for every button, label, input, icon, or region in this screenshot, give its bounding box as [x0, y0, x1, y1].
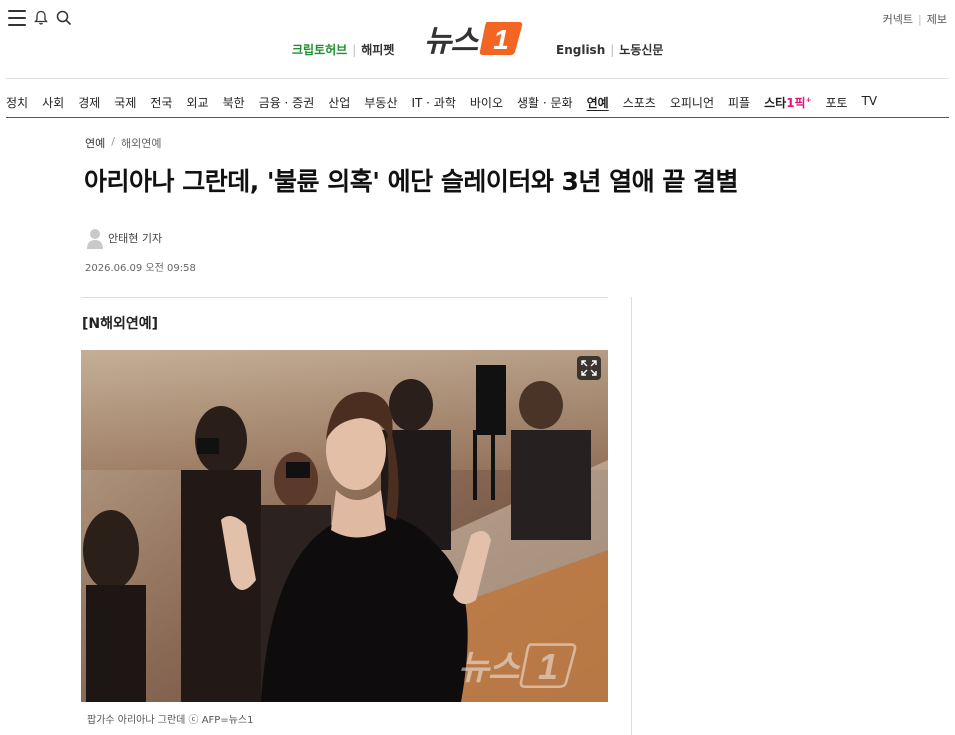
nav-item-politics[interactable]: 정치: [6, 94, 28, 111]
breadcrumb-subsection[interactable]: 해외연예: [121, 135, 161, 151]
breadcrumb-section[interactable]: 연예: [85, 135, 105, 151]
svg-text:1: 1: [538, 647, 558, 687]
svg-text:1: 1: [493, 24, 509, 55]
nav-item-life-culture[interactable]: 생활 · 문화: [517, 94, 573, 111]
crypto-hub-link[interactable]: 크립토허브: [292, 41, 347, 58]
util-left-links: 크립토허브 | 해피펫: [292, 41, 394, 58]
photo-caption: 팝가수 아리아나 그란데 ⓒ AFP=뉴스1: [87, 715, 254, 726]
header-divider: [6, 78, 949, 79]
photo-watermark: 뉴스 1: [458, 640, 577, 689]
report-link[interactable]: 제보: [927, 11, 947, 27]
author-name[interactable]: 안태현 기자: [108, 230, 162, 246]
bell-icon[interactable]: [34, 10, 48, 26]
content-divider: [81, 297, 608, 298]
nav-item-society[interactable]: 사회: [42, 94, 64, 111]
nav-item-north-korea[interactable]: 북한: [223, 94, 245, 111]
nav-item-opinion[interactable]: 오피니언: [670, 94, 714, 111]
section-label: [N해외연예]: [82, 316, 159, 332]
nav-item-tv[interactable]: TV: [862, 94, 878, 111]
search-icon[interactable]: [56, 10, 72, 26]
expand-icon[interactable]: [577, 356, 601, 380]
star-pick: 1픽: [786, 96, 806, 110]
article-title: 아리아나 그란데, '불륜 의혹' 에단 슬레이터와 3년 열애 끝 결별: [84, 167, 739, 196]
nav-item-finance[interactable]: 금융 · 증권: [259, 94, 315, 111]
happy-pet-link[interactable]: 해피펫: [361, 41, 394, 58]
site-logo[interactable]: 뉴스 1: [424, 16, 523, 60]
nav-item-national[interactable]: 전국: [150, 94, 172, 111]
nav-item-bio[interactable]: 바이오: [470, 94, 503, 111]
star-prefix: 스타: [764, 96, 787, 110]
nav-item-photo[interactable]: 포토: [825, 94, 847, 111]
divider: |: [352, 42, 357, 57]
divider: |: [610, 42, 615, 57]
publish-date: 2026.06.09 오전 09:58: [85, 263, 196, 274]
main-nav: 정치 사회 경제 국제 전국 외교 북한 금융 · 증권 산업 부동산 IT ·…: [6, 94, 877, 111]
util-right-links: English | 노동신문: [556, 41, 663, 58]
avatar-icon: [87, 229, 103, 249]
nav-item-people[interactable]: 피플: [728, 94, 750, 111]
watermark-text: 뉴스: [458, 648, 520, 688]
logo-mark-icon: 1: [480, 22, 523, 55]
nav-item-it-science[interactable]: IT · 과학: [411, 94, 455, 111]
nav-item-realestate[interactable]: 부동산: [364, 94, 397, 111]
logo-text: 뉴스: [424, 24, 478, 59]
top-right-links: 커넥트 | 제보: [883, 11, 947, 27]
nav-item-economy[interactable]: 경제: [78, 94, 100, 111]
menu-icon[interactable]: [8, 10, 26, 26]
watermark-mark-icon: 1: [519, 642, 576, 688]
author-info: 안태현 기자: [86, 227, 162, 249]
breadcrumb-separator: /: [111, 135, 115, 148]
english-link[interactable]: English: [556, 43, 605, 57]
nav-divider: [6, 117, 949, 118]
nav-item-diplomacy[interactable]: 외교: [186, 94, 208, 111]
nav-item-star-pick[interactable]: 스타1픽+: [764, 94, 811, 111]
star-plus: +: [805, 96, 812, 104]
column-divider: [631, 297, 632, 735]
top-left-tools: [8, 10, 72, 26]
nav-item-world[interactable]: 국제: [114, 94, 136, 111]
nav-item-industry[interactable]: 산업: [328, 94, 350, 111]
divider: |: [918, 12, 922, 26]
labor-paper-link[interactable]: 노동신문: [619, 41, 663, 58]
nav-item-entertainment[interactable]: 연예: [587, 94, 609, 111]
nav-item-sports[interactable]: 스포츠: [623, 94, 656, 111]
connect-link[interactable]: 커넥트: [883, 11, 913, 27]
breadcrumb: 연예 / 해외연예: [85, 135, 161, 151]
